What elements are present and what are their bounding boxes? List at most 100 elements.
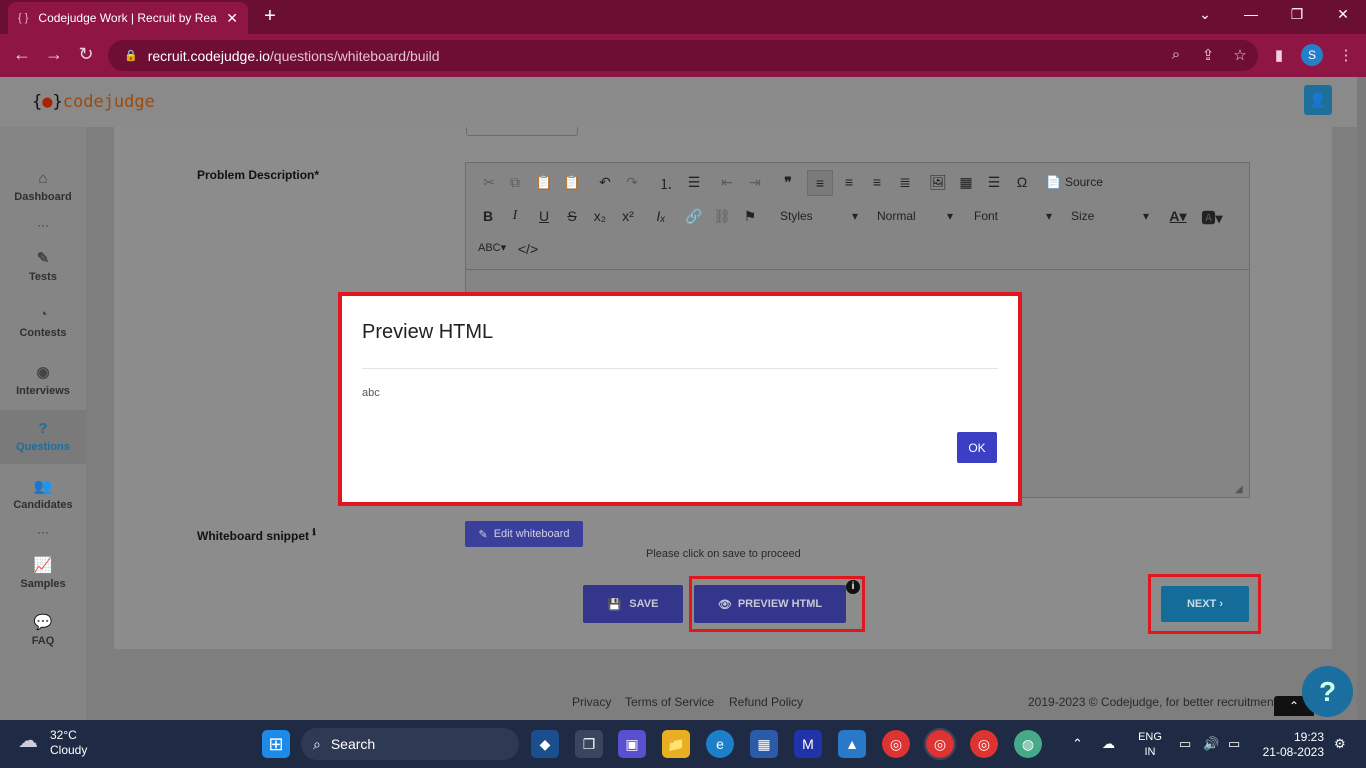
browser-tab[interactable]: { } Codejudge Work | Recruit by Rea ✕ xyxy=(8,2,248,34)
info-icon[interactable]: ℹ xyxy=(312,527,315,537)
unlink-icon[interactable]: ⛓ xyxy=(711,208,733,225)
blockquote-icon[interactable]: ❞ xyxy=(777,174,799,191)
edit-whiteboard-button[interactable]: ✎ Edit whiteboard xyxy=(465,521,583,547)
sidebar-item-samples[interactable]: 📈 Samples xyxy=(0,556,86,590)
back-icon[interactable]: ← xyxy=(10,44,34,65)
privacy-link[interactable]: Privacy xyxy=(572,695,611,709)
reload-icon[interactable]: ↻ xyxy=(74,44,98,65)
share-icon[interactable]: ⇪ xyxy=(1198,46,1218,64)
text-color-icon[interactable]: A▾ xyxy=(1164,208,1192,225)
paste-icon[interactable]: 📋 xyxy=(533,174,555,191)
battery-icon[interactable]: ▭ xyxy=(1228,736,1240,752)
tab-close-icon[interactable]: ✕ xyxy=(226,10,238,27)
tray-chevron-icon[interactable]: ⌃ xyxy=(1072,736,1083,752)
profile-avatar[interactable]: S xyxy=(1301,44,1323,66)
page-scrollbar[interactable] xyxy=(1357,77,1366,720)
menu-kebab-icon[interactable]: ⋮ xyxy=(1336,46,1356,64)
strikethrough-icon[interactable]: S xyxy=(561,208,583,224)
bullet-list-icon[interactable]: ☰ xyxy=(683,174,705,191)
ok-button[interactable]: OK xyxy=(957,432,997,463)
sidebar-item-faq[interactable]: 💬 FAQ xyxy=(0,613,86,647)
clock[interactable]: 19:23 21-08-2023 xyxy=(1260,730,1324,760)
outdent-icon[interactable]: ⇤ xyxy=(716,174,738,191)
restore-icon[interactable]: ❐ xyxy=(1282,6,1312,23)
justify-icon[interactable]: ≣ xyxy=(894,174,916,191)
forward-icon[interactable]: → xyxy=(42,44,66,65)
close-window-icon[interactable]: ✕ xyxy=(1328,6,1358,23)
network-icon[interactable]: ▭ xyxy=(1179,736,1191,752)
special-character-icon[interactable]: Ω xyxy=(1011,174,1033,190)
undo-icon[interactable]: ↶ xyxy=(594,174,616,191)
superscript-icon[interactable]: x² xyxy=(617,208,639,224)
chrome-profile-icon[interactable]: ◎ xyxy=(924,728,956,760)
sidebar-item-questions[interactable]: ? Questions xyxy=(0,420,86,453)
terms-link[interactable]: Terms of Service xyxy=(625,695,714,709)
onedrive-icon[interactable]: ☁ xyxy=(1102,736,1115,752)
sidebar-item-contests[interactable]: ◔ Contests xyxy=(0,306,86,339)
file-explorer-icon[interactable]: 📁 xyxy=(662,730,690,758)
paste-text-icon[interactable]: 📋 xyxy=(561,174,583,191)
previous-field-input[interactable] xyxy=(466,127,578,136)
photos-icon[interactable]: ▲ xyxy=(838,730,866,758)
save-button[interactable]: 💾 SAVE xyxy=(583,585,683,623)
zoom-search-icon[interactable]: ⌕ xyxy=(1166,46,1186,63)
image-icon[interactable]: 🖼 xyxy=(927,174,949,191)
source-button[interactable]: 📄 Source xyxy=(1046,175,1103,189)
align-center-icon[interactable]: ≡ xyxy=(838,174,860,190)
horizontal-line-icon[interactable]: ☰ xyxy=(983,174,1005,191)
align-right-icon[interactable]: ≡ xyxy=(866,174,888,190)
styles-dropdown[interactable]: Styles ▾ xyxy=(780,209,858,223)
task-view-icon[interactable]: ❐ xyxy=(575,730,603,758)
format-dropdown[interactable]: Normal ▾ xyxy=(877,209,953,223)
copy-icon[interactable]: ⧉ xyxy=(504,174,526,191)
maps-icon[interactable]: ◍ xyxy=(1014,730,1042,758)
subscript-icon[interactable]: x₂ xyxy=(589,208,611,224)
volume-icon[interactable]: 🔊 xyxy=(1203,736,1219,752)
preview-info-icon[interactable]: i xyxy=(846,580,860,594)
url-input[interactable]: 🔒 recruit.codejudge.io/questions/whitebo… xyxy=(108,40,1258,71)
app-m-icon[interactable]: M xyxy=(794,730,822,758)
anchor-flag-icon[interactable]: ⚑ xyxy=(739,208,761,225)
underline-icon[interactable]: U xyxy=(533,208,555,224)
remove-format-icon[interactable]: Iₓ xyxy=(650,208,672,224)
sidebar-item-dashboard[interactable]: ⌂ Dashboard xyxy=(0,170,86,203)
help-button[interactable]: ? xyxy=(1302,666,1353,717)
italic-icon[interactable]: I xyxy=(504,208,526,224)
align-left-icon[interactable]: ≡ xyxy=(807,170,833,196)
code-icon[interactable]: </> xyxy=(517,241,539,257)
edge-icon[interactable]: e xyxy=(706,730,734,758)
bookmark-star-icon[interactable]: ☆ xyxy=(1230,46,1250,64)
table-icon[interactable]: ▦ xyxy=(955,174,977,191)
app-pre-icon[interactable]: ◆ xyxy=(531,730,559,758)
chrome-alt-icon[interactable]: ◎ xyxy=(970,730,998,758)
minimize-icon[interactable]: — xyxy=(1236,6,1266,22)
bold-icon[interactable]: B xyxy=(477,208,499,224)
side-panel-icon[interactable]: ▮ xyxy=(1269,46,1289,64)
codejudge-logo[interactable]: {●}codejudge xyxy=(32,92,155,112)
sidebar-item-interviews[interactable]: ◉ Interviews xyxy=(0,363,86,397)
windows-start-icon[interactable]: ⊞ xyxy=(262,730,290,758)
link-icon[interactable]: 🔗 xyxy=(683,208,705,225)
new-tab-button[interactable]: + xyxy=(258,4,282,28)
cut-icon[interactable]: ✂ xyxy=(478,174,500,191)
user-profile-button[interactable]: 👤 xyxy=(1304,85,1332,115)
notification-icon[interactable]: ⚙ xyxy=(1334,736,1346,752)
refund-policy-link[interactable]: Refund Policy xyxy=(729,695,803,709)
resize-handle-icon[interactable]: ◢ xyxy=(1235,484,1243,495)
background-color-icon[interactable]: 🅰▾ xyxy=(1198,208,1226,228)
sidebar-item-tests[interactable]: ✎ Tests xyxy=(0,249,86,283)
numbered-list-icon[interactable]: ⒈ xyxy=(655,174,677,194)
taskbar-search[interactable]: ⌕ Search xyxy=(301,728,519,760)
redo-icon[interactable]: ↷ xyxy=(621,174,643,191)
language-indicator[interactable]: ENG IN xyxy=(1138,730,1162,760)
chrome-icon[interactable]: ◎ xyxy=(882,730,910,758)
store-icon[interactable]: ▦ xyxy=(750,730,778,758)
tab-search-icon[interactable]: ⌄ xyxy=(1190,6,1220,23)
spellcheck-icon[interactable]: ABC▾ xyxy=(478,241,506,254)
indent-icon[interactable]: ⇥ xyxy=(744,174,766,191)
next-button[interactable]: NEXT › xyxy=(1161,586,1249,622)
size-dropdown[interactable]: Size ▾ xyxy=(1071,209,1149,223)
font-dropdown[interactable]: Font ▾ xyxy=(974,209,1052,223)
sidebar-item-candidates[interactable]: 👥 Candidates xyxy=(0,477,86,511)
teams-icon[interactable]: ▣ xyxy=(618,730,646,758)
